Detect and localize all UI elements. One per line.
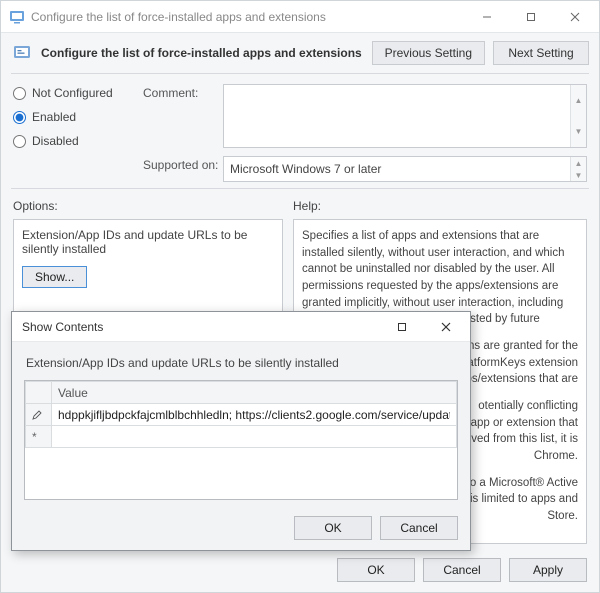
comment-box[interactable]: ▲ ▼ (223, 84, 587, 148)
page-heading: Configure the list of force-installed ap… (41, 46, 364, 60)
dialog-footer: OK Cancel (12, 508, 470, 550)
options-title: Options: (13, 195, 283, 219)
supported-on-box: Microsoft Windows 7 or later ▲ ▼ (223, 156, 587, 182)
dialog-ok-button[interactable]: OK (294, 516, 372, 540)
row-header-edit-icon[interactable] (26, 404, 52, 426)
supported-on-label: Supported on: (143, 156, 223, 172)
radio-label: Enabled (32, 110, 76, 124)
ok-button[interactable]: OK (337, 558, 415, 582)
close-button[interactable] (553, 2, 597, 32)
dialog-field-label: Extension/App IDs and update URLs to be … (26, 356, 458, 370)
value-cell[interactable] (52, 404, 457, 426)
header-row: Configure the list of force-installed ap… (1, 33, 599, 73)
previous-setting-button[interactable]: Previous Setting (372, 41, 485, 65)
minimize-button[interactable] (465, 2, 509, 32)
policy-icon (11, 42, 33, 64)
radio-not-configured-input[interactable] (13, 87, 26, 100)
down-icon[interactable]: ▼ (571, 116, 586, 147)
radio-not-configured[interactable]: Not Configured (13, 86, 143, 100)
options-field-label: Extension/App IDs and update URLs to be … (22, 228, 274, 256)
up-icon[interactable]: ▲ (571, 157, 586, 169)
radio-enabled-input[interactable] (13, 111, 26, 124)
supported-on-value: Microsoft Windows 7 or later (230, 162, 381, 176)
grid-corner (26, 382, 52, 404)
show-button[interactable]: Show... (22, 266, 87, 288)
table-row[interactable]: * (26, 426, 457, 448)
radio-label: Disabled (32, 134, 79, 148)
cancel-button[interactable]: Cancel (423, 558, 501, 582)
table-row[interactable] (26, 404, 457, 426)
values-grid[interactable]: Value * (24, 380, 458, 500)
value-input[interactable] (58, 408, 450, 422)
row-header-new-icon[interactable]: * (26, 426, 52, 448)
window-controls (465, 2, 597, 32)
titlebar: Configure the list of force-installed ap… (1, 1, 599, 33)
supported-spin: ▲ ▼ (570, 157, 586, 181)
down-icon[interactable]: ▼ (571, 169, 586, 181)
dialog-maximize-button[interactable] (380, 312, 424, 342)
value-cell-empty[interactable] (52, 426, 457, 448)
column-header-value[interactable]: Value (52, 382, 457, 404)
radio-disabled[interactable]: Disabled (13, 134, 143, 148)
dialog-body: Extension/App IDs and update URLs to be … (12, 342, 470, 508)
show-contents-dialog: Show Contents Extension/App IDs and upda… (11, 311, 471, 551)
up-icon[interactable]: ▲ (571, 85, 586, 116)
help-title: Help: (293, 195, 587, 219)
comment-label: Comment: (143, 84, 223, 100)
footer-buttons: OK Cancel Apply (1, 550, 599, 592)
policy-editor-window: Configure the list of force-installed ap… (0, 0, 600, 593)
window-title: Configure the list of force-installed ap… (31, 10, 465, 24)
dialog-close-button[interactable] (424, 312, 468, 342)
maximize-button[interactable] (509, 2, 553, 32)
app-icon (9, 9, 25, 25)
next-setting-button[interactable]: Next Setting (493, 41, 589, 65)
apply-button[interactable]: Apply (509, 558, 587, 582)
radio-disabled-input[interactable] (13, 135, 26, 148)
config-area: Not Configured Enabled Disabled Comment:… (1, 74, 599, 188)
dialog-title: Show Contents (22, 320, 380, 334)
dialog-cancel-button[interactable]: Cancel (380, 516, 458, 540)
radio-enabled[interactable]: Enabled (13, 110, 143, 124)
radio-label: Not Configured (32, 86, 113, 100)
dialog-titlebar: Show Contents (12, 312, 470, 342)
state-radios: Not Configured Enabled Disabled (13, 84, 143, 148)
comment-spin: ▲ ▼ (570, 85, 586, 147)
